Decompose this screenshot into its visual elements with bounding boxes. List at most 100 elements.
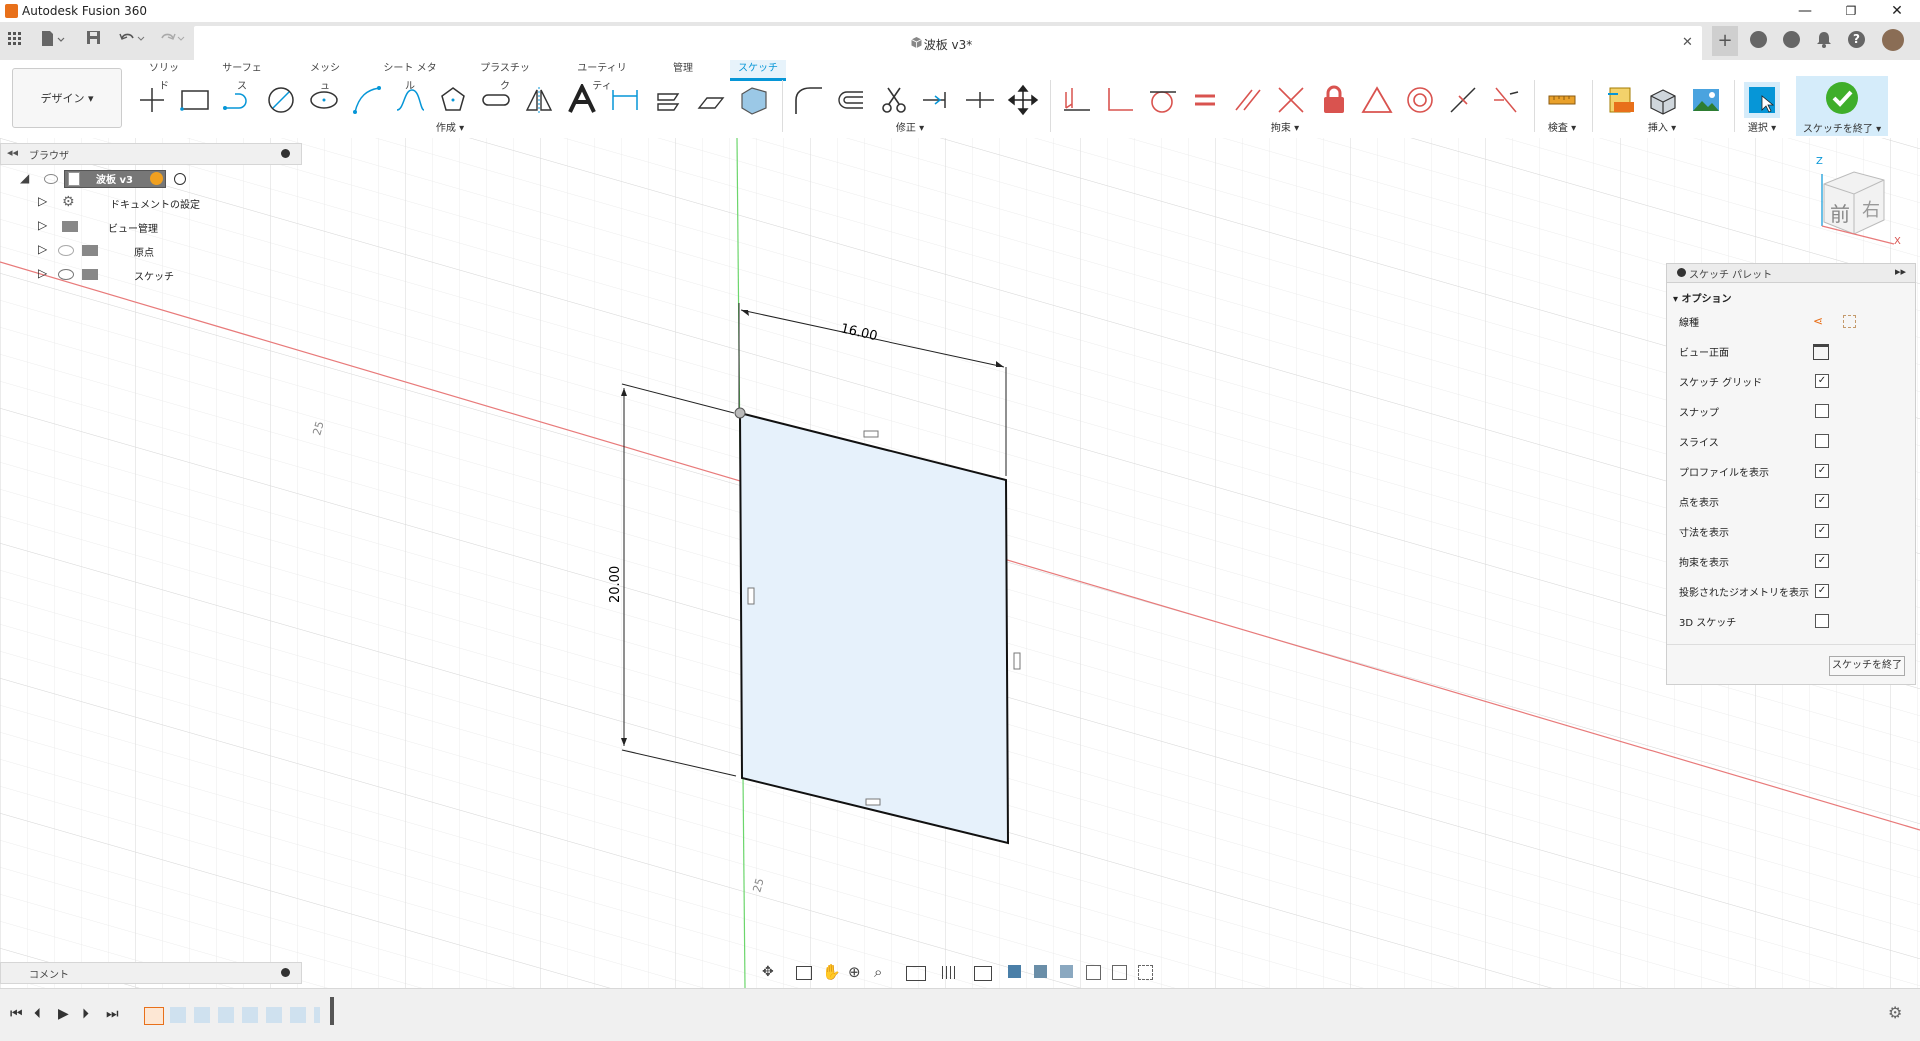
graphics-canvas[interactable]: 16.00 20.00 25 25 — [0, 138, 1920, 988]
shaded-hidden-edges-icon[interactable] — [1060, 965, 1073, 978]
midpoint-constraint-icon[interactable] — [1445, 82, 1481, 118]
viewcube-front-label[interactable]: 前 — [1830, 198, 1850, 227]
pan-icon[interactable]: ✋ — [822, 963, 841, 981]
concentric-constraint-icon[interactable] — [1402, 82, 1438, 118]
orbit-icon[interactable]: ✥ — [762, 964, 774, 980]
collapse-triangle-icon[interactable]: ◢ — [20, 171, 29, 185]
expand-triangle-icon[interactable]: ▷ — [38, 266, 47, 280]
add-comment-icon[interactable] — [281, 968, 290, 977]
create-group-label[interactable]: 作成 ▾ — [420, 119, 480, 134]
measure-tool-icon[interactable] — [1544, 82, 1580, 118]
slot-tool-icon[interactable] — [478, 82, 514, 118]
vertical-constraint-icon[interactable] — [1013, 652, 1021, 670]
look-at-nav-icon[interactable] — [796, 966, 812, 980]
vertical-constraint-icon[interactable] — [747, 587, 755, 605]
step-forward-icon[interactable]: ⏵ — [82, 1006, 89, 1022]
expand-triangle-icon[interactable]: ▷ — [38, 218, 47, 232]
tab-utility[interactable]: ユーティリティ — [574, 60, 630, 92]
close-window-button[interactable]: ✕ — [1874, 0, 1920, 22]
show-dimensions-checkbox[interactable]: ✓ — [1815, 524, 1829, 538]
zoom-icon[interactable]: ⊕ — [848, 963, 861, 981]
break-tool-icon[interactable] — [962, 82, 998, 118]
timeline-marker[interactable] — [330, 997, 334, 1025]
height-dimension-text[interactable]: 20.00 — [608, 566, 623, 603]
show-points-checkbox[interactable]: ✓ — [1815, 494, 1829, 508]
notifications-icon[interactable] — [1816, 31, 1832, 48]
save-icon[interactable] — [86, 30, 102, 46]
text-tool-icon[interactable] — [564, 82, 600, 118]
redo-icon[interactable] — [158, 30, 188, 46]
insert-group-label[interactable]: 挿入 ▾ — [1632, 119, 1692, 134]
tangent-constraint-icon[interactable] — [1144, 82, 1180, 118]
browser-item-named-views[interactable]: ▷ ビュー管理 — [38, 218, 278, 240]
insert-mesh-icon[interactable] — [1645, 82, 1681, 118]
viewport-svg[interactable]: 16.00 20.00 25 25 — [0, 138, 1920, 988]
step-back-icon[interactable]: ⏴ — [34, 1006, 41, 1022]
view-cube[interactable]: 前 右 Z X — [1804, 154, 1904, 250]
close-tab-button[interactable]: ✕ — [1682, 35, 1693, 50]
zoom-window-icon[interactable]: ⌕ — [874, 963, 882, 981]
3d-sketch-checkbox[interactable] — [1815, 614, 1829, 628]
workspace-dropdown[interactable]: デザイン ▾ — [12, 68, 122, 128]
job-status-icon[interactable] — [1783, 31, 1800, 48]
mirror-tool-icon[interactable] — [521, 82, 557, 118]
visibility-eye-icon[interactable] — [58, 269, 74, 280]
tab-surface[interactable]: サーフェス — [220, 60, 264, 92]
hidden-eye-icon[interactable] — [58, 245, 74, 256]
expand-palette-icon[interactable]: ▸▸ — [1895, 265, 1906, 278]
constraints-group-label[interactable]: 拘束 ▾ — [1260, 119, 1310, 134]
fillet-tool-icon[interactable] — [790, 82, 826, 118]
grid-snaps-icon[interactable] — [942, 966, 958, 979]
activate-radio-icon[interactable] — [174, 173, 186, 185]
line-tool-icon[interactable] — [220, 82, 256, 118]
triangle-constraint-icon[interactable] — [1359, 82, 1395, 118]
snap-checkbox[interactable] — [1815, 404, 1829, 418]
minimize-button[interactable]: — — [1782, 0, 1828, 22]
spline-tool-icon[interactable] — [392, 82, 428, 118]
go-to-end-icon[interactable]: ⏭ — [106, 1006, 119, 1022]
viewcube-right-label[interactable]: 右 — [1862, 196, 1880, 222]
insert-dxf-icon[interactable] — [1602, 82, 1638, 118]
shaded-edges-icon[interactable] — [1034, 965, 1047, 978]
wireframe-hidden-icon[interactable] — [1112, 965, 1127, 980]
perpendicular-constraint-icon[interactable] — [1101, 82, 1137, 118]
ellipse-tool-icon[interactable] — [306, 82, 342, 118]
browser-panel-header[interactable]: ◂◂ ブラウザ — [0, 143, 302, 165]
inspect-group-label[interactable]: 検査 ▾ — [1534, 119, 1590, 134]
app-grid-icon[interactable] — [8, 32, 22, 46]
symmetry-constraint-icon[interactable] — [1488, 82, 1524, 118]
browser-root-item[interactable]: ◢ 波板 v3 — [20, 170, 280, 192]
go-to-start-icon[interactable]: ⏮ — [10, 1006, 23, 1022]
tab-mesh[interactable]: メッシュ — [308, 60, 342, 92]
tab-solid[interactable]: ソリッド — [146, 60, 182, 92]
document-tab[interactable]: 波板 v3* ✕ — [194, 26, 1702, 60]
browser-item-origin[interactable]: ▷ 原点 — [38, 242, 278, 264]
rectangle-tool-icon[interactable] — [177, 82, 213, 118]
point-tool-icon[interactable] — [134, 82, 170, 118]
maximize-button[interactable]: ❐ — [1828, 0, 1874, 22]
timeline-settings-gear-icon[interactable]: ⚙ — [1888, 1003, 1902, 1022]
palette-finish-sketch-button[interactable]: スケッチを終了 — [1829, 656, 1905, 676]
tab-plastic[interactable]: プラスチック — [480, 60, 530, 92]
horizontal-constraint-icon[interactable] — [863, 430, 879, 438]
offset-curve-tool-icon[interactable] — [833, 82, 869, 118]
wireframe-visible-icon[interactable] — [1138, 965, 1153, 980]
polygon-tool-icon[interactable] — [435, 82, 471, 118]
options-section-header[interactable]: ▾ オプション — [1673, 290, 1732, 305]
equal-constraint-icon[interactable] — [1187, 82, 1223, 118]
look-at-icon[interactable] — [1813, 344, 1829, 360]
modify-group-label[interactable]: 修正 ▾ — [880, 119, 940, 134]
shaded-view-icon[interactable] — [1008, 965, 1021, 978]
expand-triangle-icon[interactable]: ▷ — [38, 194, 47, 208]
select-group-label[interactable]: 選択 ▾ — [1734, 119, 1790, 134]
lock-constraint-icon[interactable] — [1316, 82, 1352, 118]
dimension-tool-icon[interactable] — [607, 82, 643, 118]
timeline-sketch-feature-icon[interactable] — [144, 1007, 164, 1025]
show-constraints-checkbox[interactable]: ✓ — [1815, 554, 1829, 568]
circle-tool-icon[interactable] — [263, 82, 299, 118]
file-menu-icon[interactable] — [40, 30, 66, 48]
tab-manage[interactable]: 管理 — [670, 60, 696, 78]
show-projected-geometry-checkbox[interactable]: ✓ — [1815, 584, 1829, 598]
tab-sketch[interactable]: スケッチ — [730, 60, 786, 81]
sketch-grid-checkbox[interactable]: ✓ — [1815, 374, 1829, 388]
